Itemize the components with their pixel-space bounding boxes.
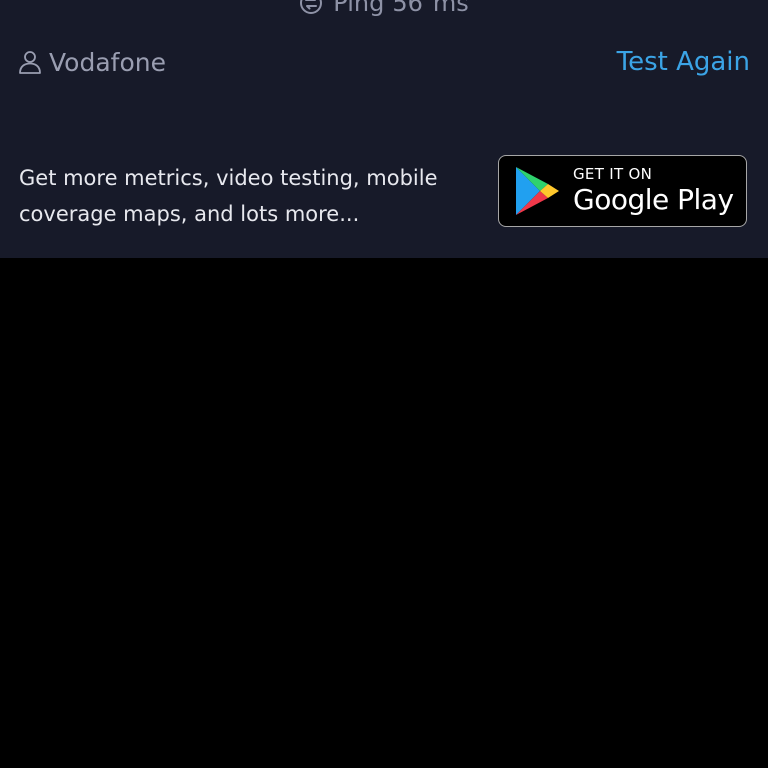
badge-text: GET IT ON Google Play: [573, 165, 734, 217]
badge-large-text: Google Play: [573, 183, 734, 216]
ping-unit: ms: [432, 0, 469, 17]
ping-icon: [300, 0, 323, 14]
badge-small-text: GET IT ON: [573, 165, 653, 183]
empty-content-area: [0, 258, 768, 768]
google-play-icon: [516, 167, 559, 215]
provider-name: Vodafone: [49, 47, 166, 77]
test-again-button[interactable]: Test Again: [617, 44, 750, 80]
ping-row: Ping 56 ms: [0, 0, 768, 18]
provider-row: Vodafone: [17, 44, 166, 80]
ping-value: 56: [392, 0, 423, 17]
results-panel: Ping 56 ms Vodafone Test Again Get more …: [0, 0, 768, 258]
google-play-badge-button[interactable]: GET IT ON Google Play: [498, 155, 747, 227]
ping-label: Ping: [333, 0, 385, 17]
promo-text: Get more metrics, video testing, mobile …: [19, 166, 438, 226]
person-icon: [19, 51, 41, 74]
